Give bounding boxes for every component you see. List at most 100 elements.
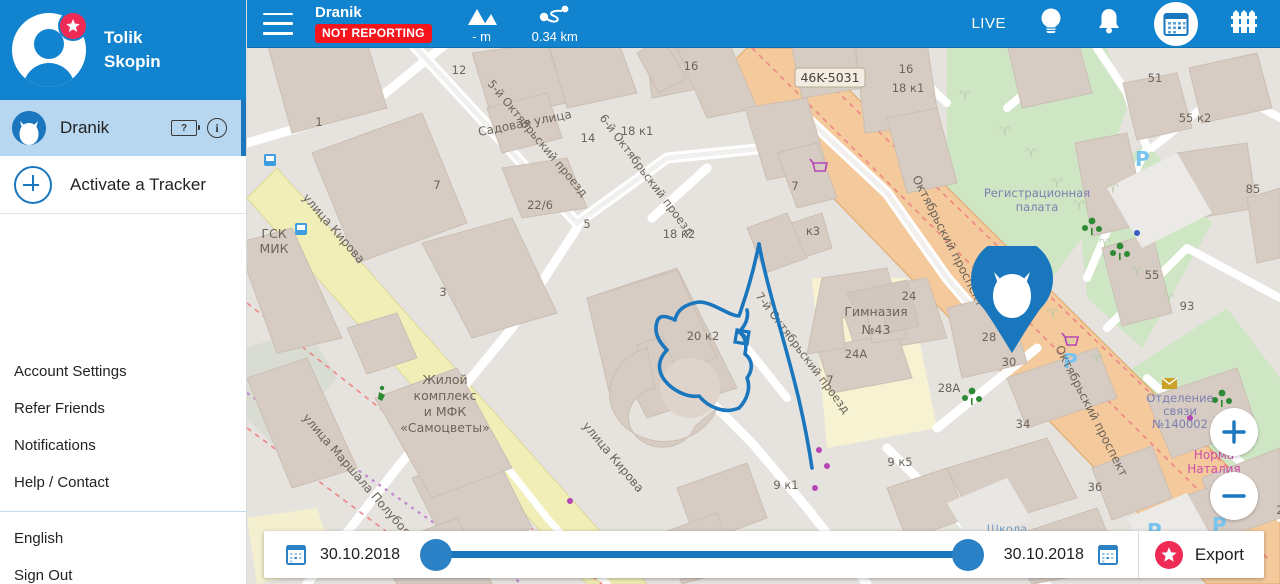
slider-handle-end[interactable] [951,538,984,571]
top-header-bar: Dranik NOT REPORTING - m 0.34 km LIVE [247,0,1280,48]
sidebar-item-language[interactable]: English [0,520,247,557]
svg-text:♈: ♈ [1091,352,1103,367]
export-label: Export [1194,544,1244,564]
svg-text:14: 14 [581,131,596,145]
profile-first-name: Tolik [104,28,143,47]
svg-text:♈: ♈ [1163,292,1175,307]
sidebar-item-help-contact[interactable]: Help / Contact [0,464,247,501]
start-date-value[interactable]: 30.10.2018 [320,546,400,564]
svg-text:♈: ♈ [1073,199,1085,214]
distance-value: 0.34 km [531,28,578,44]
app-root: ♈♈ ♈♈ ♈♈ ♈♈ ♈♈ ♈♈ ♈♈ [0,0,1280,584]
calendar-icon[interactable] [1154,1,1198,46]
sidebar-item-account-settings[interactable]: Account Settings [0,353,247,390]
profile-last-name: Skopin [104,52,161,71]
bell-notification-icon[interactable] [1096,7,1122,40]
sidebar-item-notifications[interactable]: Notifications [0,427,247,464]
slider-track [438,551,966,558]
svg-text:Регистрационная: Регистрационная [984,186,1090,200]
person-avatar-icon [12,11,88,87]
svg-text:1: 1 [315,115,322,129]
svg-text:2: 2 [1276,503,1280,517]
svg-text:7: 7 [433,178,440,192]
svg-text:«Самоцветы»: «Самоцветы» [400,420,489,435]
profile-name: Tolik Skopin [104,26,161,74]
svg-text:и МФК: и МФК [424,404,467,419]
fence-geofence-icon[interactable] [1230,7,1258,40]
svg-text:93: 93 [1180,299,1195,313]
svg-text:связи: связи [1163,404,1197,418]
svg-text:№43: №43 [862,322,891,337]
distance-stat: 0.34 km [532,4,578,44]
star-badge-icon [58,11,88,41]
activate-tracker-button[interactable]: Activate a Tracker [0,157,246,214]
svg-text:18 к1: 18 к1 [892,81,925,95]
svg-text:Отделение: Отделение [1146,391,1213,405]
sidebar-divider [0,511,247,512]
start-calendar-icon[interactable] [286,544,306,566]
svg-text:28A: 28A [938,381,961,395]
svg-text:♈: ♈ [959,89,971,104]
svg-text:18 к2: 18 к2 [663,227,696,241]
active-indicator [241,100,246,156]
svg-text:к3: к3 [806,224,820,238]
live-button[interactable]: LIVE [971,15,1006,32]
svg-text:♈: ♈ [1107,182,1119,197]
svg-text:♈: ♈ [1099,237,1111,252]
svg-text:палата: палата [1016,200,1059,214]
device-title-block: Dranik NOT REPORTING [315,4,432,43]
svg-text:12: 12 [452,63,467,77]
svg-text:36: 36 [1088,480,1103,494]
svg-text:34: 34 [1016,417,1031,431]
slider-handle-start[interactable] [420,538,453,571]
map-marker-pin[interactable] [971,246,1053,354]
zoom-out-button[interactable] [1210,472,1258,520]
activate-tracker-label: Activate a Tracker [70,175,207,194]
svg-text:7: 7 [791,179,798,193]
svg-text:18 к1: 18 к1 [621,124,654,138]
export-button[interactable]: Export [1139,540,1264,569]
map-canvas[interactable]: ♈♈ ♈♈ ♈♈ ♈♈ ♈♈ ♈♈ ♈♈ [247,48,1280,584]
device-name: Dranik [315,4,362,21]
profile-header[interactable]: Tolik Skopin [0,0,246,100]
svg-text:♈: ♈ [1025,147,1037,162]
end-calendar-icon[interactable] [1097,544,1118,566]
svg-text:Гимназия: Гимназия [844,304,907,319]
svg-text:♈: ♈ [999,125,1011,140]
svg-text:20 к2: 20 к2 [687,329,720,343]
sidebar-item-sign-out[interactable]: Sign Out [0,557,247,584]
svg-text:55: 55 [1145,268,1160,282]
svg-text:♈: ♈ [1131,265,1143,280]
svg-text:16: 16 [684,59,699,73]
status-badge: NOT REPORTING [315,24,432,43]
info-circle-icon[interactable]: i [207,118,227,138]
battery-value: ? [180,122,188,134]
svg-text:85: 85 [1246,182,1261,196]
svg-text:МИК: МИК [259,241,288,256]
end-date-value[interactable]: 30.10.2018 [1004,546,1084,564]
sidebar-item-tracker-dranik[interactable]: Dranik ? i [0,100,246,157]
hamburger-menu-icon[interactable] [263,12,293,35]
svg-text:24: 24 [902,289,917,303]
altitude-stat: - m [466,4,498,44]
plus-circle-icon [14,166,52,204]
svg-text:9 к1: 9 к1 [773,478,798,492]
sidebar-item-refer-friends[interactable]: Refer Friends [0,390,247,427]
tracker-name: Dranik [60,118,110,137]
star-icon [1154,540,1183,569]
svg-text:7: 7 [826,373,833,387]
header-actions: LIVE [939,1,1280,46]
cat-avatar-icon [12,111,46,145]
svg-text:22/6: 22/6 [527,198,553,212]
svg-text:3: 3 [439,285,446,299]
svg-text:16: 16 [899,62,914,76]
date-range-slider[interactable] [420,538,984,571]
sidebar-menu: Account Settings Refer Friends Notificat… [0,353,247,584]
zoom-in-button[interactable] [1210,408,1258,456]
date-range-bar: 30.10.2018 30.10.2018 Export [264,531,1264,578]
mountain-icon [466,4,498,26]
svg-text:55 к2: 55 к2 [1179,111,1212,125]
lightbulb-icon[interactable] [1038,6,1064,41]
sidebar: Tolik Skopin Dranik ? i Activate a Track… [0,0,247,584]
map-tiles: ♈♈ ♈♈ ♈♈ ♈♈ ♈♈ ♈♈ ♈♈ [247,48,1280,584]
